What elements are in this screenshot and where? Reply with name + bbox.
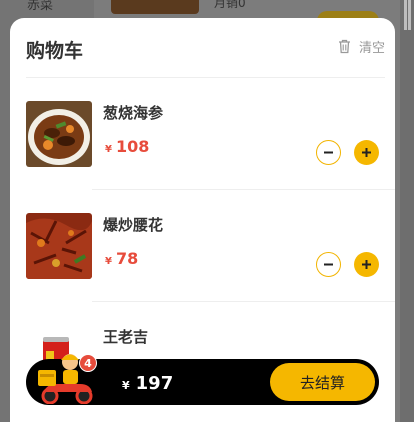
food-image-stir-fried-kidney: [26, 213, 92, 279]
background-food-thumbnail: [111, 0, 199, 14]
cart-header: 购物车 清空: [26, 18, 385, 78]
minus-icon: [324, 263, 333, 266]
decrease-quantity-button[interactable]: [316, 140, 341, 165]
item-price: ¥78: [105, 249, 139, 268]
plus-icon: [362, 260, 371, 269]
cart-total-price: ¥197: [122, 373, 174, 394]
food-image-sea-cucumber: [26, 101, 92, 167]
scrollbar-thumb-secondary[interactable]: [408, 0, 411, 30]
decrease-quantity-button[interactable]: [316, 252, 341, 277]
item-name: 葱烧海参: [103, 104, 164, 122]
trash-icon: [338, 39, 350, 54]
item-name: 爆炒腰花: [103, 216, 164, 234]
cart-item: 葱烧海参 ¥108: [26, 78, 395, 190]
scrollbar-thumb[interactable]: [404, 0, 407, 30]
checkout-button[interactable]: 去结算: [270, 363, 375, 401]
scrollbar-track[interactable]: [400, 0, 414, 422]
cart-count-badge: 4: [79, 354, 97, 372]
item-price: ¥108: [105, 137, 150, 156]
cart-title: 购物车: [26, 40, 84, 62]
clear-cart-button[interactable]: 清空: [338, 37, 385, 56]
minus-icon: [324, 151, 333, 154]
cart-item: 爆炒腰花 ¥78: [26, 190, 395, 302]
plus-icon: [362, 148, 371, 157]
increase-quantity-button[interactable]: [354, 252, 379, 277]
clear-cart-label: 清空: [358, 41, 385, 56]
item-name: 王老吉: [103, 328, 149, 346]
background-category-label: 赤菜: [27, 0, 54, 13]
background-sales-text: 月销0: [214, 0, 246, 10]
increase-quantity-button[interactable]: [354, 140, 379, 165]
